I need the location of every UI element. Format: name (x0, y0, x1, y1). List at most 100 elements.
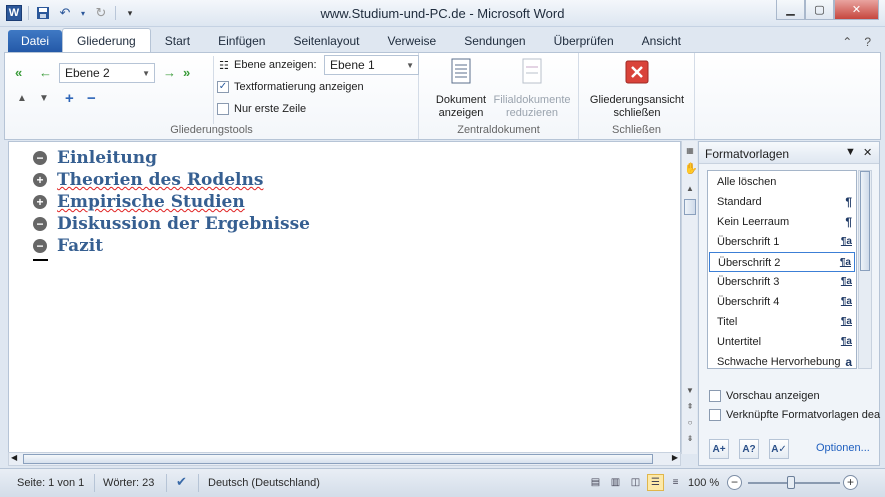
options-link[interactable]: Optionen... (816, 442, 870, 454)
web-layout-icon[interactable]: ◫ (627, 474, 644, 491)
demote-to-body-icon[interactable]: » (183, 65, 190, 80)
zoom-slider-thumb[interactable] (787, 476, 795, 489)
linked-styles-checkbox[interactable]: Verknüpfte Formatvorlagen dea (709, 409, 880, 421)
styles-pane-buttons: A+ A? A✓ (709, 439, 789, 459)
collapse-minus-icon[interactable]: − (33, 151, 47, 165)
collapse-icon[interactable]: − (87, 90, 96, 107)
language[interactable]: Deutsch (Deutschland) (208, 477, 320, 489)
draft-view-icon[interactable]: ≡ (667, 474, 684, 491)
style-item-standard[interactable]: Standard ¶ (709, 192, 855, 212)
new-style-icon[interactable]: A+ (709, 439, 729, 459)
style-item-ueberschrift-1[interactable]: Überschrift 1 ¶a (709, 232, 855, 252)
scroll-right-icon[interactable]: ▶ (672, 453, 678, 462)
show-formatting-checkbox[interactable]: ✓ Textformatierung anzeigen (217, 81, 364, 93)
ribbon-controls: ⌃ ? (842, 35, 871, 49)
style-item-alle-loeschen[interactable]: Alle löschen (709, 172, 855, 192)
linked-styles-label: Verknüpfte Formatvorlagen dea (726, 409, 881, 421)
scroll-up-icon[interactable]: ▲ (684, 183, 696, 195)
tab-datei[interactable]: Datei (8, 30, 63, 52)
style-item-ueberschrift-2[interactable]: Überschrift 2 ¶a (709, 252, 855, 272)
help-icon[interactable]: ? (864, 35, 871, 49)
first-line-only-label: Nur erste Zeile (234, 103, 307, 115)
next-page-icon[interactable]: ⇟ (684, 433, 696, 445)
checkmark-icon: ✓ (217, 81, 229, 93)
tab-gliederung[interactable]: Gliederung (62, 28, 151, 52)
style-inspector-icon[interactable]: A? (739, 439, 759, 459)
outline-heading-empirische[interactable]: + Empirische Studien (33, 192, 245, 212)
style-item-kein-leerraum[interactable]: Kein Leerraum ¶ (709, 212, 855, 232)
maximize-button[interactable]: ▢ (805, 0, 834, 20)
show-level-combo[interactable]: Ebene 1 ▼ (324, 55, 419, 75)
collapse-minus-icon[interactable]: − (33, 239, 47, 253)
pane-options-dropdown-icon[interactable]: ▼ (845, 146, 856, 158)
previous-page-icon[interactable]: ⇞ (684, 401, 696, 413)
tab-einfuegen[interactable]: Einfügen (204, 30, 279, 52)
expand-plus-icon[interactable]: + (33, 173, 47, 187)
move-down-icon[interactable]: ▼ (39, 93, 49, 104)
outline-heading-theorien[interactable]: + Theorien des Rodelns (33, 170, 263, 190)
tab-sendungen[interactable]: Sendungen (450, 30, 539, 52)
linked-style-icon: ¶a (840, 236, 852, 247)
zoom-level[interactable]: 100 % (688, 477, 719, 489)
show-document-button[interactable]: Dokument anzeigen (427, 57, 495, 120)
style-item-ueberschrift-4[interactable]: Überschrift 4 ¶a (709, 292, 855, 312)
tab-verweise[interactable]: Verweise (374, 30, 451, 52)
subdocument-icon (522, 58, 542, 84)
close-outline-view-button[interactable]: Gliederungsansicht schließen (583, 57, 691, 120)
horizontal-scrollbar[interactable]: ◀ ▶ (8, 452, 681, 466)
outline-view-icon[interactable]: ☰ (647, 474, 664, 491)
outline-level-combo[interactable]: Ebene 2 ▼ (59, 63, 155, 83)
expand-icon[interactable]: + (65, 90, 74, 107)
collapse-subdocuments-button[interactable]: Filialdokumente reduzieren (489, 57, 575, 120)
collapse-minus-icon[interactable]: − (33, 217, 47, 231)
manage-styles-icon[interactable]: A✓ (769, 439, 789, 459)
tab-seitenlayout[interactable]: Seitenlayout (279, 30, 373, 52)
page-count[interactable]: Seite: 1 von 1 (17, 477, 84, 489)
browse-object-icon[interactable]: ○ (684, 417, 696, 429)
view-buttons: ▤ ▥ ◫ ☰ ≡ (587, 474, 684, 491)
hand-icon[interactable]: ✋ (684, 163, 698, 175)
proofing-icon[interactable]: ✔ (176, 474, 187, 490)
full-screen-reading-icon[interactable]: ▥ (607, 474, 624, 491)
vertical-scrollbar[interactable]: ▦ ✋ ▲ ▼ ⇞ ○ ⇟ (681, 141, 698, 454)
style-item-ueberschrift-3[interactable]: Überschrift 3 ¶a (709, 272, 855, 292)
scroll-left-icon[interactable]: ◀ (11, 453, 17, 462)
close-window-button[interactable]: ✕ (834, 0, 879, 20)
outline-heading-fazit[interactable]: − Fazit (33, 236, 103, 256)
horizontal-scroll-thumb[interactable] (23, 454, 653, 464)
outline-heading-diskussion[interactable]: − Diskussion der Ergebnisse (33, 214, 310, 234)
zoom-in-icon[interactable]: + (843, 475, 858, 490)
expand-plus-icon[interactable]: + (33, 195, 47, 209)
promote-to-heading1-icon[interactable]: « (15, 65, 22, 80)
collapse-ribbon-icon[interactable]: ⌃ (842, 35, 852, 49)
ruler-toggle-icon[interactable]: ▦ (684, 145, 696, 157)
style-item-titel[interactable]: Titel ¶a (709, 312, 855, 332)
styles-list-scrollbar[interactable] (858, 170, 872, 369)
tab-ansicht[interactable]: Ansicht (628, 30, 695, 52)
minimize-button[interactable]: ▁ (776, 0, 805, 20)
scroll-down-icon[interactable]: ▼ (684, 385, 696, 397)
group-master-document: Dokument anzeigen Filialdokumente reduzi… (419, 53, 579, 139)
outline-heading-einleitung[interactable]: − Einleitung (33, 148, 157, 168)
style-item-schwache-hervorhebung[interactable]: Schwache Hervorhebung a (709, 352, 855, 372)
vertical-scroll-thumb[interactable] (684, 199, 696, 215)
preview-checkbox[interactable]: Vorschau anzeigen (709, 390, 820, 402)
document-area[interactable]: − Einleitung + Theorien des Rodelns + Em… (8, 141, 681, 454)
zoom-out-icon[interactable]: − (727, 475, 742, 490)
promote-icon[interactable]: ← (39, 65, 52, 80)
tab-start[interactable]: Start (151, 30, 204, 52)
style-label: Titel (717, 316, 738, 328)
style-label: Schwache Hervorhebung (717, 356, 841, 368)
close-pane-icon[interactable]: ✕ (863, 146, 872, 159)
move-up-icon[interactable]: ▲ (17, 93, 27, 104)
print-layout-icon[interactable]: ▤ (587, 474, 604, 491)
heading-text: Theorien des Rodelns (57, 170, 264, 190)
tab-ueberpruefen[interactable]: Überprüfen (540, 30, 628, 52)
character-style-icon: a (845, 355, 852, 369)
word-count[interactable]: Wörter: 23 (103, 477, 154, 489)
styles-list-scroll-thumb[interactable] (860, 171, 870, 271)
demote-icon[interactable]: → (163, 65, 176, 80)
style-item-untertitel[interactable]: Untertitel ¶a (709, 332, 855, 352)
first-line-only-checkbox[interactable]: Nur erste Zeile (217, 103, 306, 115)
ribbon: « ← Ebene 2 ▼ → » ▲ ▼ + − ☷ Ebene anzeig… (4, 52, 881, 140)
